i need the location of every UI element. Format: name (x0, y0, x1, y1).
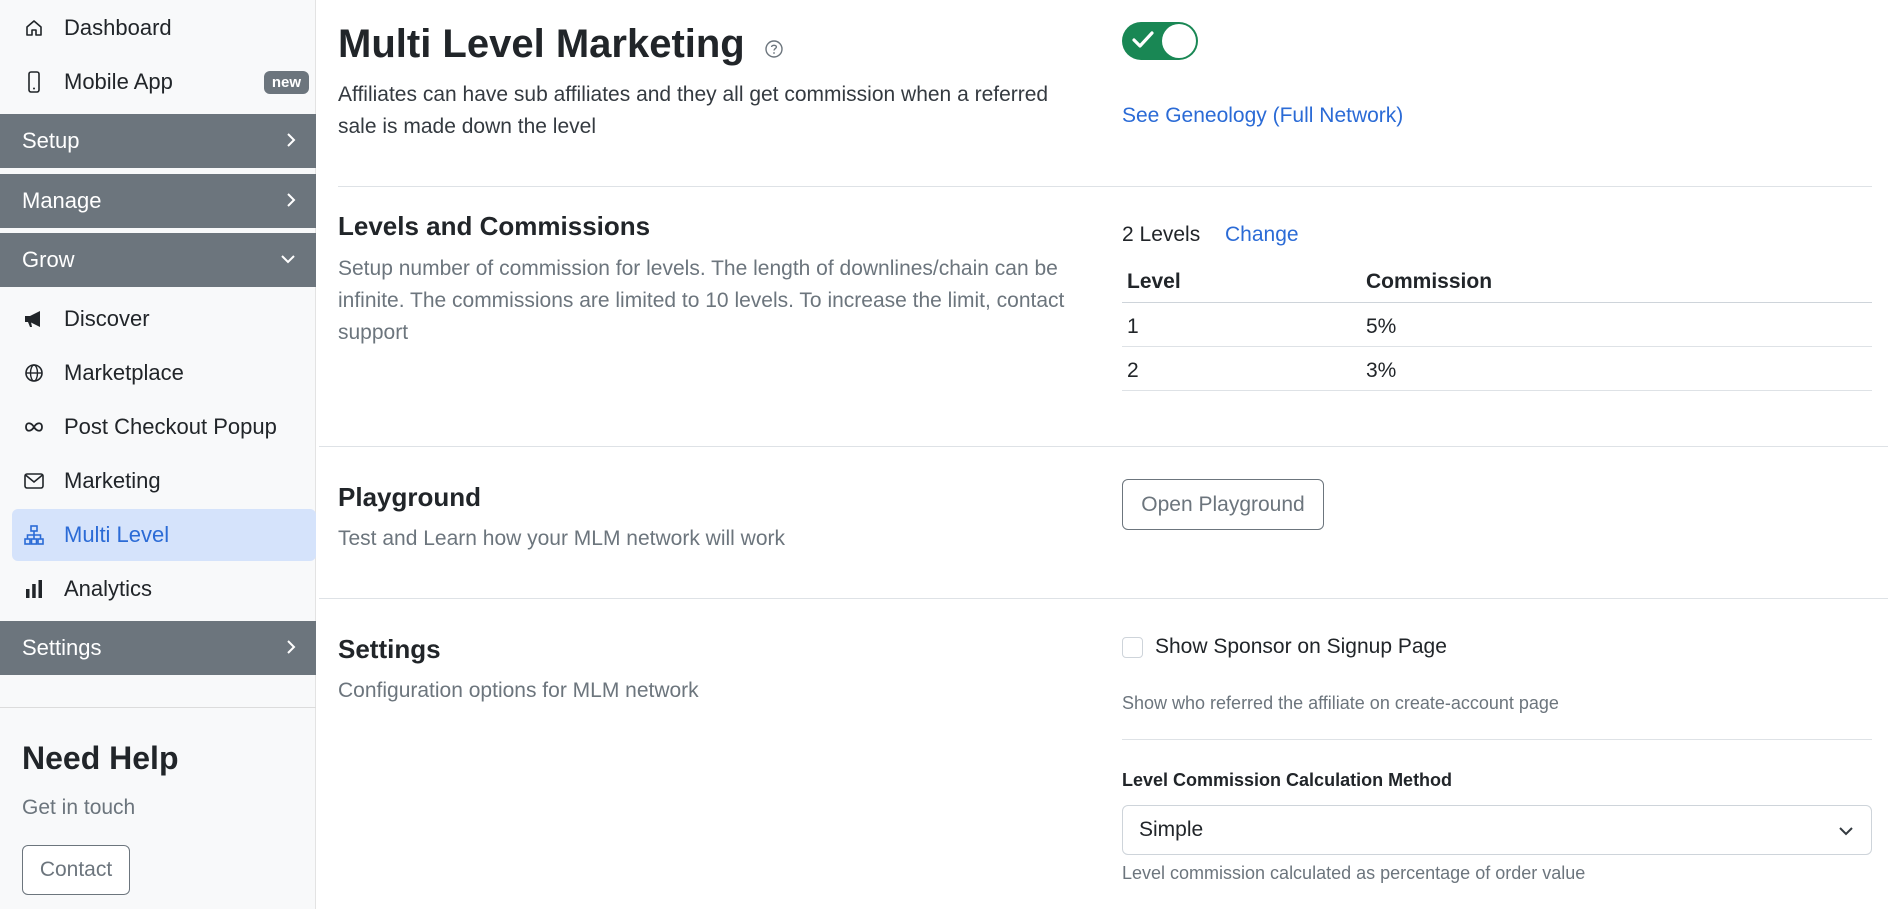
show-sponsor-label[interactable]: Show Sponsor on Signup Page (1155, 635, 1447, 659)
table-header-level: Level (1127, 270, 1181, 293)
levels-count: 2 Levels (1122, 223, 1201, 246)
table-row-divider (1122, 346, 1872, 347)
sidebar-item-label: Analytics (64, 576, 153, 601)
settings-description: Configuration options for MLM network (338, 679, 699, 702)
phone-icon (22, 70, 46, 94)
home-icon (22, 16, 46, 40)
sidebar-item-label: Marketing (64, 468, 161, 493)
globe-icon (22, 361, 46, 385)
section-settings[interactable]: Settings (0, 621, 316, 675)
page-description: Affiliates can have sub affiliates and t… (338, 83, 1049, 138)
sidebar-item-post-checkout-popup[interactable]: Post Checkout Popup (12, 401, 316, 453)
toggle-knob (1162, 24, 1196, 58)
settings-heading: Settings (338, 634, 441, 664)
sidebar: Dashboard Mobile App new Setup Manage Gr… (0, 0, 316, 909)
megaphone-icon (22, 307, 46, 331)
section-label: Manage (22, 188, 102, 213)
section-manage[interactable]: Manage (0, 174, 316, 228)
show-sponsor-checkbox[interactable] (1122, 637, 1143, 658)
show-sponsor-help: Show who referred the affiliate on creat… (1122, 693, 1559, 713)
divider (338, 186, 1872, 187)
sidebar-item-marketplace[interactable]: Marketplace (12, 347, 316, 399)
table-row-divider (1122, 390, 1872, 391)
calc-method-label: Level Commission Calculation Method (1122, 770, 1453, 790)
section-setup[interactable]: Setup (0, 114, 316, 168)
calc-method-select[interactable]: Simple (1122, 805, 1872, 855)
sidebar-item-label: Multi Level (64, 522, 170, 547)
sidebar-item-multi-level[interactable]: Multi Level (12, 509, 316, 561)
help-title: Need Help (22, 740, 179, 776)
sidebar-item-analytics[interactable]: Analytics (12, 563, 316, 615)
divider (319, 598, 1888, 599)
open-playground-button[interactable]: Open Playground (1122, 479, 1324, 530)
network-icon (22, 523, 46, 547)
calc-method-value: Simple (1139, 818, 1204, 841)
check-icon (1132, 30, 1154, 55)
chevron-right-icon (284, 190, 298, 216)
table-divider (1122, 302, 1872, 303)
divider (319, 446, 1888, 447)
sidebar-item-mobile-app[interactable]: Mobile App new (12, 56, 316, 108)
section-label: Grow (22, 247, 75, 272)
chevron-down-icon (1837, 822, 1855, 846)
playground-heading: Playground (338, 482, 482, 512)
playground-description: Test and Learn how your MLM network will… (338, 527, 786, 550)
sidebar-item-dashboard[interactable]: Dashboard (12, 2, 316, 54)
table-cell-level: 1 (1127, 315, 1139, 338)
divider (1122, 739, 1872, 740)
main-content: Multi Level Marketing Affiliates can hav… (316, 0, 1888, 909)
sidebar-item-discover[interactable]: Discover (12, 293, 316, 345)
page-title: Multi Level Marketing (338, 22, 784, 69)
levels-description: Setup number of commission for levels. T… (338, 257, 1065, 344)
table-header-commission: Commission (1366, 270, 1493, 293)
table-cell-level: 2 (1127, 359, 1139, 382)
contact-button[interactable]: Contact (22, 845, 130, 895)
section-label: Settings (22, 635, 102, 660)
table-cell-commission: 5% (1366, 315, 1397, 338)
new-badge: new (263, 71, 309, 94)
section-label: Setup (22, 128, 80, 153)
envelope-icon (22, 469, 46, 493)
section-grow[interactable]: Grow (0, 233, 316, 287)
sidebar-item-label: Discover (64, 306, 150, 331)
bar-chart-icon (22, 577, 46, 601)
help-subtitle: Get in touch (22, 796, 136, 819)
sidebar-divider (0, 707, 316, 708)
levels-heading: Levels and Commissions (338, 211, 651, 241)
sidebar-item-label: Marketplace (64, 360, 184, 385)
sidebar-item-label: Dashboard (64, 15, 172, 40)
question-circle-icon[interactable] (764, 24, 784, 69)
genealogy-link[interactable]: See Geneology (Full Network) (1122, 104, 1403, 128)
sidebar-item-label: Mobile App (64, 69, 173, 94)
table-cell-commission: 3% (1366, 359, 1397, 382)
chevron-right-icon (284, 637, 298, 663)
sidebar-item-marketing[interactable]: Marketing (12, 455, 316, 507)
chevron-down-icon (278, 249, 298, 275)
page-title-text: Multi Level Marketing (338, 22, 745, 66)
sidebar-item-label: Post Checkout Popup (64, 414, 277, 439)
mlm-enabled-toggle[interactable] (1122, 22, 1198, 60)
calc-method-help: Level commission calculated as percentag… (1122, 863, 1586, 883)
change-levels-link[interactable]: Change (1225, 223, 1299, 247)
infinity-icon (22, 415, 46, 439)
chevron-right-icon (284, 130, 298, 156)
